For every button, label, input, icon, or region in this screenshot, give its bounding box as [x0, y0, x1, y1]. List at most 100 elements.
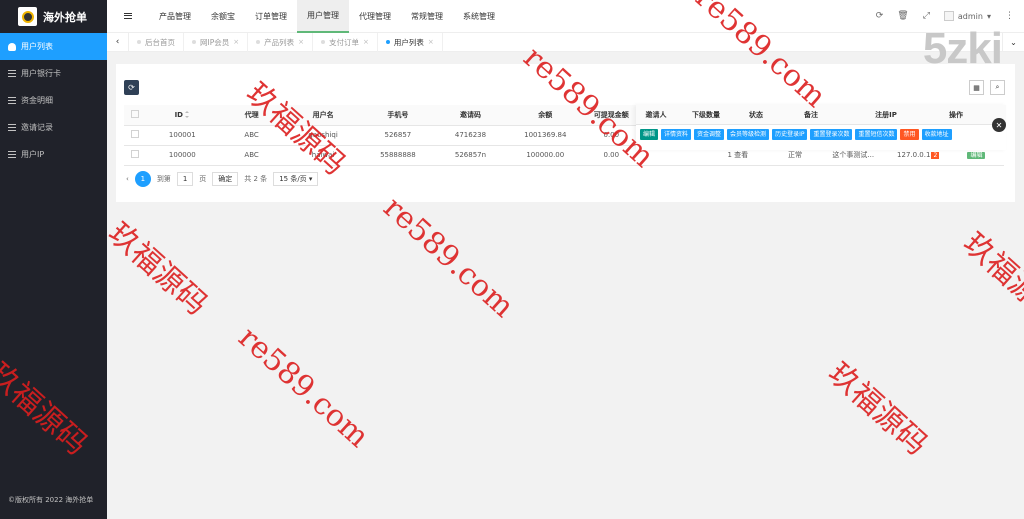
top-nav: 产品管理 余额宝 订单管理 用户管理 代理管理 常规管理 系统管理: [149, 0, 505, 33]
admin-menu[interactable]: admin ▾: [943, 11, 991, 21]
list-icon: [8, 70, 16, 77]
avatar: [943, 11, 954, 21]
cell-phone: 55888888: [361, 145, 435, 166]
user-icon: [8, 42, 16, 51]
cell-username: gaoshiqi: [284, 125, 362, 146]
tab-menu-icon[interactable]: ⌄: [1002, 32, 1024, 52]
goto-label: 到第: [156, 175, 171, 183]
close-icon[interactable]: ×: [233, 38, 239, 46]
adjust-funds-button[interactable]: 资金调整: [694, 129, 725, 140]
more-icon[interactable]: ⋮: [1005, 11, 1014, 21]
watermark: re589.com: [231, 320, 376, 455]
tab-payments[interactable]: 支付订单 ×: [313, 32, 378, 52]
tab-home[interactable]: 后台首页: [129, 32, 184, 52]
page-unit-label: 页: [199, 175, 207, 183]
sidebar-item-invites[interactable]: 邀请记录: [0, 114, 107, 141]
tab-bar: ‹ 后台首页 网IP会员 × 产品列表 × 支付订单 × 用户列表 × ⌄: [107, 32, 1024, 52]
close-icon[interactable]: ×: [428, 38, 434, 46]
sidebar-item-label: 邀请记录: [21, 123, 53, 132]
sort-icon: [185, 111, 190, 119]
row-checkbox[interactable]: [131, 150, 139, 158]
cell-invite-code: 4716238: [434, 125, 507, 146]
col-username: 用户名: [284, 105, 362, 126]
refresh-button[interactable]: ⟳: [124, 80, 139, 95]
col-withdrawable: 可提现金额: [583, 105, 639, 126]
col-invite-code: 邀请码: [434, 105, 507, 126]
list-icon: [8, 124, 16, 131]
cell-agent: ABC: [218, 145, 285, 166]
reset-login-count-button[interactable]: 重置登录次数: [810, 129, 853, 140]
cell-phone: 526857: [361, 125, 435, 146]
search-icon[interactable]: ⌕: [990, 80, 1005, 95]
page-input[interactable]: 1: [176, 172, 194, 186]
login-ip-history-button[interactable]: 历史登录IP: [772, 129, 808, 140]
cell-username: haiwai: [284, 145, 362, 166]
select-all-checkbox[interactable]: [131, 109, 139, 118]
col-id[interactable]: ID: [146, 105, 219, 126]
close-icon[interactable]: ✕: [992, 118, 1006, 132]
tab-products[interactable]: 产品列表 ×: [248, 32, 313, 52]
prev-page-icon[interactable]: ‹: [126, 175, 129, 183]
sidebar-item-label: 用户银行卡: [21, 69, 61, 78]
col-phone: 手机号: [361, 105, 435, 126]
cell-withdrawable: 0.00: [583, 125, 639, 146]
row-checkbox[interactable]: [131, 130, 139, 138]
cell-balance: 100000.00: [506, 145, 584, 166]
col-agent: 代理: [218, 105, 285, 126]
page-1[interactable]: 1: [134, 171, 151, 187]
ip-count-badge: 2: [931, 152, 940, 159]
topnav-orders[interactable]: 订单管理: [245, 0, 297, 33]
cell-agent: ABC: [218, 125, 285, 146]
trash-icon[interactable]: 🗑: [897, 11, 908, 21]
detail-button[interactable]: 详情资料: [661, 129, 692, 140]
col-balance: 余额: [506, 105, 584, 126]
cell-id: 100001: [146, 125, 219, 146]
cell-id: 100000: [146, 145, 219, 166]
edit-button[interactable]: 编辑: [640, 129, 659, 140]
fullscreen-icon[interactable]: ⤢: [923, 11, 930, 21]
tab-ip-members[interactable]: 网IP会员 ×: [184, 32, 249, 52]
topnav-users[interactable]: 用户管理: [297, 0, 349, 33]
total-count: 共 2 条: [244, 175, 268, 183]
columns-icon[interactable]: ▦: [969, 80, 984, 95]
tab-user-list[interactable]: 用户列表 ×: [378, 32, 443, 52]
topnav-general[interactable]: 常规管理: [401, 0, 453, 33]
pagination: ‹ 1 到第 1 页 确定 共 2 条 15 条/页 ▾: [126, 171, 319, 187]
payment-address-button[interactable]: 收款地址: [921, 129, 952, 140]
watermark: re589.com: [376, 190, 521, 325]
sidebar-item-label: 用户列表: [21, 42, 53, 51]
tab-scroll-left-icon[interactable]: ‹: [107, 32, 129, 52]
reset-sms-count-button[interactable]: 重置短信次数: [855, 129, 898, 140]
close-icon[interactable]: ×: [298, 38, 304, 46]
topnav-agents[interactable]: 代理管理: [349, 0, 401, 33]
edit-button[interactable]: 编辑: [967, 151, 986, 159]
sidebar-item-label: 资金明细: [21, 96, 53, 105]
close-icon[interactable]: ×: [363, 38, 369, 46]
admin-name: admin: [957, 11, 983, 21]
watermark: 玖福源码: [821, 355, 934, 463]
logo[interactable]: 海外抢单: [0, 0, 107, 33]
refresh-icon[interactable]: ⟳: [876, 11, 884, 21]
sidebar-item-user-list[interactable]: 用户列表: [0, 33, 107, 60]
level-check-button[interactable]: 会员等级检测: [727, 129, 770, 140]
topnav-yuebao[interactable]: 余额宝: [201, 0, 245, 33]
menu-toggle-icon[interactable]: [107, 0, 149, 33]
sidebar-item-bank-card[interactable]: 用户银行卡: [0, 60, 107, 87]
cell-invite-code: 526857n: [434, 145, 507, 166]
chevron-down-icon: ▾: [986, 11, 991, 21]
app-title: 海外抢单: [43, 10, 87, 24]
confirm-button[interactable]: 确定: [212, 172, 239, 186]
top-header: 产品管理 余额宝 订单管理 用户管理 代理管理 常规管理 系统管理 ⟳ 🗑 ⤢ …: [107, 0, 1024, 33]
header-actions: ⟳ 🗑 ⤢ admin ▾ ⋮: [876, 11, 1024, 21]
sidebar-item-user-ip[interactable]: 用户IP: [0, 141, 107, 168]
page-size-select[interactable]: 15 条/页 ▾: [273, 172, 319, 186]
watermark: 玖福源码: [101, 215, 214, 323]
cell-withdrawable: 0.00: [583, 145, 639, 166]
sidebar: 海外抢单 用户列表 用户银行卡 资金明细 邀请记录 用户IP ©版权所有 202…: [0, 0, 107, 519]
list-icon: [8, 151, 16, 158]
fixed-actions-panel: 邀请人 下级数量 状态 备注 注册IP 操作 编辑 详情资料 资金调整 会员等级…: [636, 105, 1006, 150]
sidebar-item-funds[interactable]: 资金明细: [0, 87, 107, 114]
disable-button[interactable]: 禁用: [900, 129, 919, 140]
topnav-products[interactable]: 产品管理: [149, 0, 201, 33]
topnav-system[interactable]: 系统管理: [453, 0, 505, 33]
